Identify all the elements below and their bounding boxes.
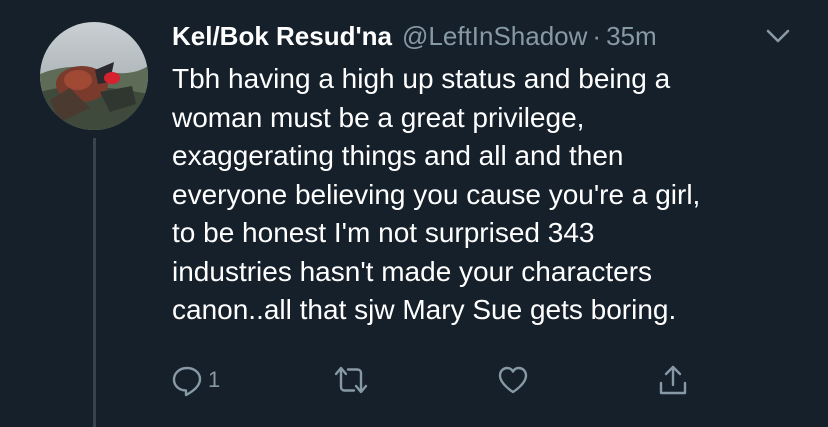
thread-line <box>93 138 96 427</box>
separator-dot: · <box>592 20 602 51</box>
user-handle[interactable]: @LeftInShadow <box>402 21 587 52</box>
display-name[interactable]: Kel/Bok Resud'na <box>172 21 392 52</box>
share-button[interactable] <box>656 362 690 398</box>
tweet-header: Kel/Bok Resud'na @LeftInShadow · 35m <box>172 18 657 54</box>
reply-count: 1 <box>208 367 221 392</box>
retweet-icon <box>332 363 370 397</box>
retweet-button[interactable] <box>332 362 370 398</box>
heart-icon <box>496 363 530 397</box>
chevron-down-icon[interactable] <box>764 26 792 46</box>
tweet-text: Tbh having a high up status and being a … <box>172 63 701 325</box>
reply-button[interactable]: 1 <box>170 362 220 398</box>
reply-icon <box>170 363 204 397</box>
like-button[interactable] <box>496 362 530 398</box>
share-icon <box>656 363 690 397</box>
timestamp[interactable]: 35m <box>606 21 657 52</box>
avatar[interactable] <box>40 22 148 130</box>
